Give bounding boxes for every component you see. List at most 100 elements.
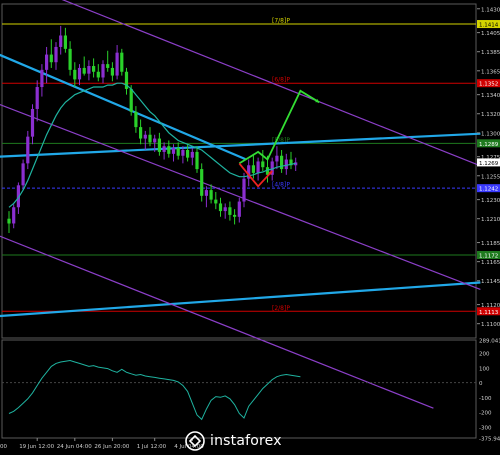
candle-body (129, 88, 133, 112)
candle-body (261, 161, 265, 168)
candle-body (218, 203, 223, 212)
candle-body (167, 146, 171, 154)
price-tick-label: 1.1320 (481, 112, 500, 118)
candle-body (195, 151, 199, 170)
instaforex-logo-icon (185, 431, 205, 451)
price-tick-label: 1.1210 (481, 217, 500, 223)
candle-body (115, 52, 119, 76)
candle-body (157, 138, 161, 152)
candle-body (21, 163, 25, 186)
murray-level-label: [6/8]P (272, 77, 290, 84)
candle-body (233, 214, 237, 217)
candle-body (162, 146, 166, 152)
candle-body (251, 165, 255, 173)
oscillator-tick-label: -375.947 (479, 437, 500, 443)
price-tick-label: 1.1165 (481, 260, 500, 266)
date-tick-label: 19 Jun 12:00 (19, 444, 54, 450)
date-tick-label: 1 Jul 12:00 (137, 444, 167, 450)
candle-body (200, 169, 204, 196)
murray-level-tag-text: 1.1113 (479, 310, 499, 316)
candle-body (280, 155, 284, 170)
candle-body (275, 155, 279, 162)
candle-body (12, 207, 16, 224)
date-tick-label: 24 Jun 04:00 (57, 444, 92, 450)
instaforex-logo: instaforex (185, 430, 293, 452)
price-tick-label: 1.1385 (481, 50, 500, 56)
trend-line (0, 235, 434, 409)
date-tick-label: 26 Jun 20:00 (94, 444, 129, 450)
oscillator-tick-label: -300 (479, 425, 492, 431)
candle-body (214, 199, 218, 204)
candle-body (63, 35, 67, 49)
price-tick-label: 1.1120 (481, 303, 500, 309)
murray-level-tag-text: 1.1414 (479, 23, 499, 29)
candle-body (54, 46, 58, 63)
candle-body (223, 207, 227, 212)
candle-body (7, 218, 11, 224)
oscillator-tick-label: 100 (479, 366, 490, 372)
candle-body (190, 151, 194, 158)
candle-body (256, 161, 260, 173)
price-tick-label: 1.1145 (481, 279, 500, 285)
trend-line (0, 103, 481, 291)
candle-body (101, 64, 105, 78)
candle-body (148, 134, 152, 143)
candle-body (209, 190, 213, 200)
price-tick-label: 1.1430 (481, 7, 500, 13)
candle-body (120, 52, 124, 72)
price-axis: 1.1430 1.1405 1.1385 1.1365 1.1340 1.1320 1.13… (477, 7, 500, 328)
murray-level-label: [2/8]P (272, 305, 290, 312)
oscillator-frame (1, 339, 477, 439)
oscillator-tick-label: -100 (479, 396, 492, 402)
oscillator-line (8, 359, 301, 421)
oscillator-tick-label: 289.041 (479, 339, 500, 345)
oscillator-tick-label: 200 (479, 352, 490, 358)
date-axis: 19 Jun 12:00 24 Jun 04:00 26 Jun 20:00 1 Ju… (0, 438, 204, 450)
candle-body (143, 134, 147, 139)
candle-body (82, 67, 86, 74)
murray-level-tag-text: 1.1172 (479, 253, 498, 259)
murray-level-tag-text: 1.1352 (479, 82, 498, 88)
candle-body (59, 35, 63, 47)
candle-body (110, 67, 114, 76)
candle-body (171, 148, 176, 154)
oscillator-panel: 289.041 200 100 0 -100 -200 -300 -375.947 (2, 339, 500, 443)
forecast-path (238, 89, 320, 165)
date-tick-label: 00 (0, 444, 7, 450)
candle-body (30, 108, 35, 137)
price-tick-label: 1.1255 (481, 174, 500, 180)
candle-body (35, 87, 39, 109)
murray-level-tag-text: 1.1289 (479, 142, 499, 148)
candle-body (96, 71, 100, 78)
price-tick-label: 1.1365 (481, 69, 500, 75)
murray-level-tag-text: 1.1242 (479, 187, 498, 193)
candle-body (176, 148, 180, 156)
candle-body (181, 150, 185, 156)
price-tick-label: 1.1340 (481, 93, 500, 99)
candle-body (92, 66, 96, 72)
candle-body (242, 178, 246, 202)
candle-body (204, 190, 208, 196)
price-tick-label: 1.1185 (481, 241, 500, 247)
current-price-text: 1.1269 (479, 161, 499, 167)
candle-body (26, 136, 30, 164)
price-tick-label: 1.1300 (481, 131, 500, 137)
candle-body (153, 138, 157, 143)
instaforex-logo-text: instaforex (210, 433, 282, 449)
murray-level-label: [7/8]P (272, 18, 290, 25)
candle-body (77, 67, 82, 80)
candle-body (106, 64, 110, 68)
candle-body (40, 69, 44, 88)
forex-chart: [7/8]P1.1414[6/8]P1.1352[5/8]P1.1289[4/8… (0, 0, 500, 450)
candle-body (49, 54, 53, 63)
candle-body (139, 127, 143, 139)
candle-body (134, 111, 138, 128)
candle-body (237, 201, 241, 217)
candle-body (73, 69, 77, 80)
candle-body (45, 54, 49, 70)
candle-body (186, 150, 190, 158)
price-tick-label: 1.1405 (481, 31, 500, 37)
murray-level-label: [4/8]P (272, 182, 290, 189)
candle-body (68, 48, 72, 70)
oscillator-tick-label: -200 (479, 411, 492, 417)
